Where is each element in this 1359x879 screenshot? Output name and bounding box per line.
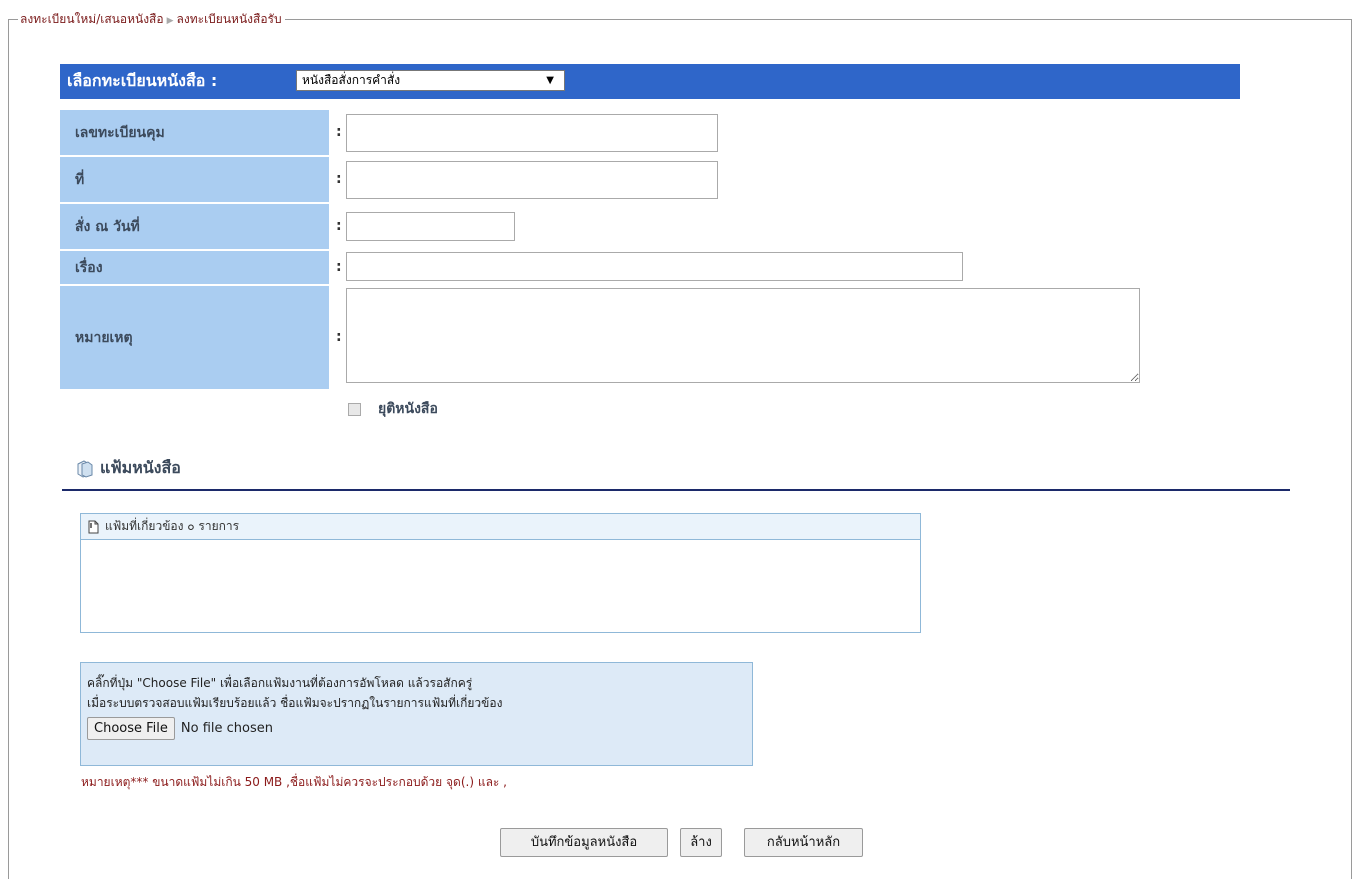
control-number-input[interactable]	[346, 114, 718, 152]
label-control-number-text: เลขทะเบียนคุม	[75, 124, 165, 141]
label-subject-text: เรื่อง	[75, 259, 103, 276]
related-files-header: แฟ้มที่เกี่ยวข้อง ๐ รายการ	[81, 514, 920, 540]
label-order-date-text: สั่ง ณ วันที่	[75, 218, 140, 235]
colon-order-date: :	[336, 218, 342, 234]
document-icon	[88, 520, 99, 533]
label-reference-no: ที่	[60, 157, 329, 202]
upload-instruction-line-2: เมื่อระบบตรวจสอบแฟ้มเรียบร้อยแล้ว ชื่อแฟ…	[87, 696, 503, 710]
upload-panel: คลิ๊กที่ปุ่ม "Choose File" เพื่อเลือกแฟ้…	[80, 662, 753, 766]
terminate-document-checkbox[interactable]	[348, 402, 361, 416]
upload-instruction-line-1: คลิ๊กที่ปุ่ม "Choose File" เพื่อเลือกแฟ้…	[87, 676, 473, 690]
clear-button[interactable]: ล้าง	[680, 828, 722, 857]
files-section-title: แฟ้มหนังสือ	[75, 456, 181, 481]
files-section-title-text: แฟ้มหนังสือ	[100, 458, 181, 477]
register-type-select[interactable]: หนังสือสั่งการคำสั่ง ▼	[296, 70, 565, 91]
breadcrumb: ลงทะเบียนใหม่/เสนอหนังสือ ▶ ลงทะเบียนหนังส…	[18, 10, 285, 30]
related-files-count: แฟ้มที่เกี่ยวข้อง ๐ รายการ	[105, 519, 240, 533]
dropdown-arrow-icon: ▼	[546, 75, 554, 86]
section-divider	[62, 489, 1290, 491]
no-file-chosen-text: No file chosen	[180, 720, 273, 736]
terminate-document-row: ยุติหนังสือ	[348, 398, 438, 420]
colon-reference-no: :	[336, 171, 342, 187]
label-control-number: เลขทะเบียนคุม	[60, 110, 329, 155]
register-selector-title: เลือกทะเบียนหนังสือ :	[67, 71, 218, 90]
save-document-button[interactable]: บันทึกข้อมูลหนังสือ	[500, 828, 668, 857]
upload-note: หมายเหตุ*** ขนาดแฟ้มไม่เกิน 50 MB ,ชื่อแ…	[81, 775, 507, 789]
label-remark: หมายเหตุ	[60, 286, 329, 389]
remark-textarea[interactable]	[346, 288, 1140, 383]
register-selector-bar: เลือกทะเบียนหนังสือ : หนังสือสั่งการคำสั…	[60, 64, 1240, 99]
colon-remark: :	[336, 329, 342, 345]
breadcrumb-separator-icon: ▶	[166, 16, 174, 26]
related-files-panel: แฟ้มที่เกี่ยวข้อง ๐ รายการ	[80, 513, 921, 633]
colon-subject: :	[336, 259, 342, 275]
file-input-row: Choose File No file chosen	[87, 717, 752, 740]
terminate-document-label: ยุติหนังสือ	[378, 401, 438, 417]
choose-file-button[interactable]: Choose File	[87, 717, 175, 740]
back-to-main-button[interactable]: กลับหน้าหลัก	[744, 828, 863, 857]
colon-control-number: :	[336, 124, 342, 140]
label-remark-text: หมายเหตุ	[75, 329, 133, 346]
label-order-date: สั่ง ณ วันที่	[60, 204, 329, 249]
label-reference-no-text: ที่	[75, 171, 85, 188]
register-type-selected-value: หนังสือสั่งการคำสั่ง	[302, 73, 401, 87]
folder-files-icon	[77, 459, 93, 478]
order-date-input[interactable]	[346, 212, 515, 241]
breadcrumb-item-register-new[interactable]: ลงทะเบียนใหม่/เสนอหนังสือ	[20, 12, 164, 26]
label-subject: เรื่อง	[60, 251, 329, 284]
breadcrumb-item-register-received: ลงทะเบียนหนังสือรับ	[176, 12, 282, 26]
reference-no-input[interactable]	[346, 161, 718, 199]
subject-input[interactable]	[346, 252, 963, 281]
